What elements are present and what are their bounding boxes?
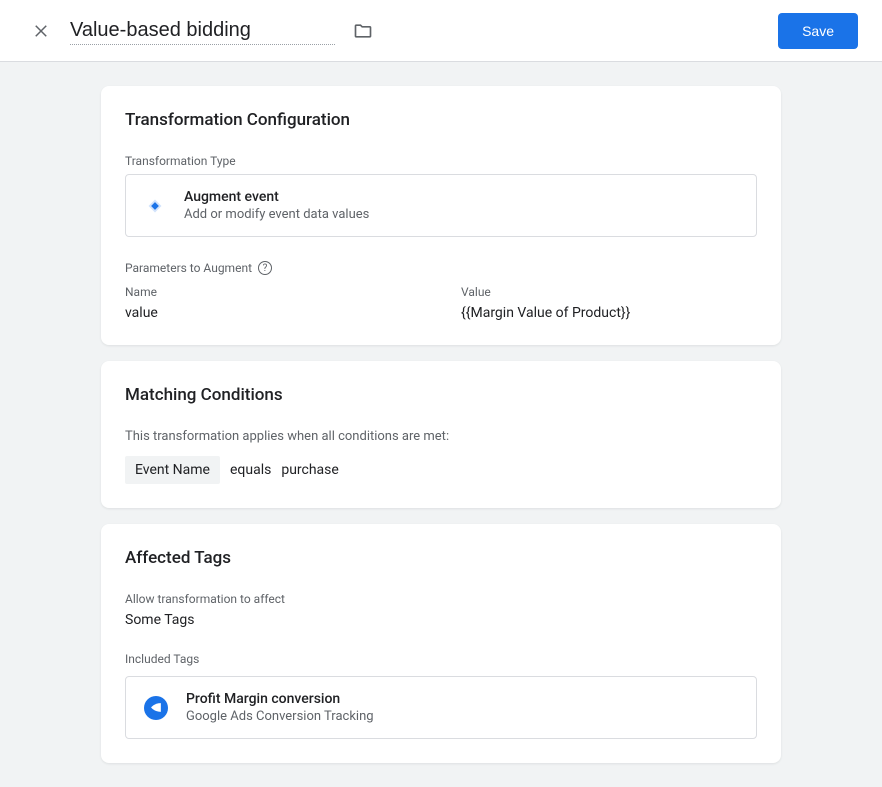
tag-name: Profit Margin conversion: [186, 691, 374, 707]
type-description: Add or modify event data values: [184, 207, 369, 222]
value-header: Value: [461, 285, 757, 299]
title-input[interactable]: [70, 17, 335, 45]
tag-description: Google Ads Conversion Tracking: [186, 709, 374, 724]
ads-tag-icon: [144, 696, 168, 720]
folder-button[interactable]: [347, 15, 379, 47]
help-icon[interactable]: ?: [258, 261, 272, 275]
content-area: Transformation Configuration Transformat…: [0, 62, 882, 787]
transformation-config-card: Transformation Configuration Transformat…: [101, 86, 781, 345]
param-row: Name value Value {{Margin Value of Produ…: [125, 285, 757, 321]
condition-value: purchase: [281, 462, 339, 478]
allow-value: Some Tags: [125, 612, 757, 628]
save-button[interactable]: Save: [778, 13, 858, 49]
transformation-type-selector[interactable]: Augment event Add or modify event data v…: [125, 174, 757, 237]
affected-tags-card: Affected Tags Allow transformation to af…: [101, 524, 781, 763]
name-header: Name: [125, 285, 421, 299]
param-value: {{Margin Value of Product}}: [461, 305, 757, 321]
page-header: Save: [0, 0, 882, 62]
card-title: Transformation Configuration: [125, 110, 757, 130]
included-tag-row[interactable]: Profit Margin conversion Google Ads Conv…: [125, 676, 757, 739]
diamond-icon: [144, 195, 166, 217]
type-label: Transformation Type: [125, 154, 757, 168]
condition-operator: equals: [230, 462, 271, 478]
type-name: Augment event: [184, 189, 369, 205]
condition-row: Event Name equals purchase: [125, 456, 757, 484]
card-title: Affected Tags: [125, 548, 757, 568]
param-name: value: [125, 305, 421, 321]
close-button[interactable]: [24, 14, 58, 48]
included-label: Included Tags: [125, 652, 757, 666]
folder-icon: [353, 21, 373, 41]
close-icon: [32, 22, 50, 40]
condition-field-chip: Event Name: [125, 456, 220, 484]
matching-conditions-card: Matching Conditions This transformation …: [101, 361, 781, 508]
card-title: Matching Conditions: [125, 385, 757, 405]
condition-description: This transformation applies when all con…: [125, 429, 757, 444]
allow-label: Allow transformation to affect: [125, 592, 757, 606]
params-label: Parameters to Augment: [125, 261, 252, 275]
